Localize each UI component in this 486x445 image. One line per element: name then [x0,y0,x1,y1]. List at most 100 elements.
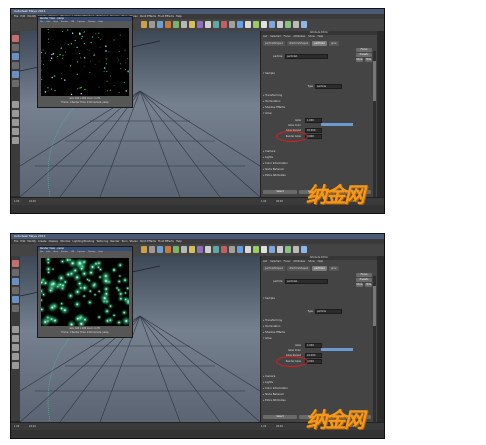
rv-menu-options[interactable]: Options [77,21,85,24]
section-transforming[interactable]: Transforming [263,93,375,98]
section-transforming[interactable]: Transforming [263,318,375,323]
ae-menu-help[interactable]: Help [318,35,323,39]
layout-outliner-icon[interactable] [12,353,19,360]
shelf-icon[interactable] [237,21,243,28]
shelf-icon[interactable] [269,21,275,28]
shelf-icon[interactable] [157,246,163,253]
ae-menu-show[interactable]: Show [308,260,314,264]
shelf-icon[interactable] [157,21,163,28]
shelf-icon[interactable] [269,246,275,253]
scale-tool-icon[interactable] [12,71,19,78]
rv-menu-file[interactable]: File [40,251,43,254]
rv-menu-render[interactable]: Render [61,251,68,254]
shelf-icon[interactable] [213,21,219,28]
node-tab-active[interactable]: particle1 [312,266,327,271]
select-button[interactable]: Select [263,190,297,194]
layout-two-icon[interactable] [12,119,19,126]
attribute-editor-scrollbar[interactable] [373,51,376,201]
shelf-icon[interactable] [261,21,267,28]
layout-single-icon[interactable] [12,326,19,333]
node-tab[interactable]: nParticleShape1 [287,41,311,46]
rv-menu-help[interactable]: Help [98,251,103,254]
type-field[interactable]: particle [315,84,342,89]
section-glow[interactable]: Glow [263,111,375,116]
rv-menu-view[interactable]: View [53,251,58,254]
lasso-tool-icon[interactable] [12,269,19,276]
layout-graph-icon[interactable] [12,137,19,144]
layout-single-icon[interactable] [12,101,19,108]
type-field[interactable]: particle [315,309,342,314]
presets-button[interactable]: Presets [356,53,372,57]
rv-menu-ipr[interactable]: IPR [71,21,74,24]
attribute-editor-scrollbar[interactable] [373,276,376,426]
shelf-icon[interactable] [213,246,219,253]
rv-menu-file[interactable]: File [40,21,43,24]
layout-four-icon[interactable] [12,335,19,342]
rotate-tool-icon[interactable] [12,287,19,294]
ae-menu-attributes[interactable]: Attributes [293,260,305,264]
shelf-icon[interactable] [149,246,155,253]
glow-color-swatch[interactable] [321,348,353,351]
section-illumination[interactable]: Illumination [263,324,375,329]
shelf-icon[interactable] [221,21,227,28]
layout-four-icon[interactable] [12,110,19,117]
hide-button[interactable]: Hide [365,58,372,62]
node-tab[interactable]: glow [328,41,339,46]
shelf-icon[interactable] [189,246,195,253]
shelf-icon[interactable] [221,246,227,253]
ae-menu-help[interactable]: Help [318,260,323,264]
ae-menu-list[interactable]: List [263,260,267,264]
shelf-icon[interactable] [293,246,299,253]
select-tool-icon[interactable] [12,35,19,42]
show-button[interactable]: Show [356,58,363,62]
section-lights[interactable]: Lights [263,380,375,385]
glow-spread-field[interactable]: 10.000 [305,128,322,133]
section-node-behavior[interactable]: Node Behavior [263,167,375,172]
shelf-icon[interactable] [141,246,147,253]
rv-menu-ipr[interactable]: IPR [71,251,74,254]
section-color-information[interactable]: Color Information [263,386,375,391]
node-tab[interactable]: particleShape1 [263,266,286,271]
node-tab[interactable]: nParticleShape1 [287,266,311,271]
node-tab-active[interactable]: particle1 [312,41,327,46]
section-sample[interactable]: Sample [263,71,375,76]
section-lights[interactable]: Lights [263,155,375,160]
shelf-icon[interactable] [181,246,187,253]
section-extra-attributes[interactable]: Extra Attributes [263,173,375,178]
scale-tool-icon[interactable] [12,296,19,303]
shelf-icon[interactable] [301,21,307,28]
ae-menu-list[interactable]: List [263,35,267,39]
section-shadow-effects[interactable]: Shadow Effects [263,105,375,110]
shelf-icon[interactable] [301,246,307,253]
shelf-icon[interactable] [181,21,187,28]
glow-field[interactable]: 1.000 [305,343,322,348]
show-button[interactable]: Show [356,283,363,287]
ae-menu-show[interactable]: Show [308,35,314,39]
ae-menu-focus[interactable]: Focus [284,260,291,264]
rv-menu-display[interactable]: Display [88,21,95,24]
section-sample[interactable]: Sample [263,296,375,301]
ae-menu-attributes[interactable]: Attributes [293,35,305,39]
focus-button[interactable]: Focus [356,48,372,52]
shelf-icon[interactable] [245,246,251,253]
shelf-icon[interactable] [261,246,267,253]
shelf-icon[interactable] [285,21,291,28]
section-color-information[interactable]: Color Information [263,161,375,166]
node-tab[interactable]: glow [328,266,339,271]
rv-menu-render[interactable]: Render [61,21,68,24]
section-node-behavior[interactable]: Node Behavior [263,392,375,397]
section-extra-attributes[interactable]: Extra Attributes [263,398,375,403]
shelf-icon[interactable] [285,246,291,253]
shelf-icon[interactable] [189,21,195,28]
section-glow[interactable]: Glow [263,336,375,341]
shelf-icon[interactable] [277,21,283,28]
rotate-tool-icon[interactable] [12,62,19,69]
glow-spread-field[interactable]: 10.000 [305,353,322,358]
shelf-icon[interactable] [253,21,259,28]
shelf-icon[interactable] [229,21,235,28]
shelf-icon[interactable] [245,21,251,28]
focus-button[interactable]: Focus [356,273,372,277]
shelf-icon[interactable] [197,21,203,28]
move-tool-icon[interactable] [12,53,19,60]
shelf-icon[interactable] [205,21,211,28]
